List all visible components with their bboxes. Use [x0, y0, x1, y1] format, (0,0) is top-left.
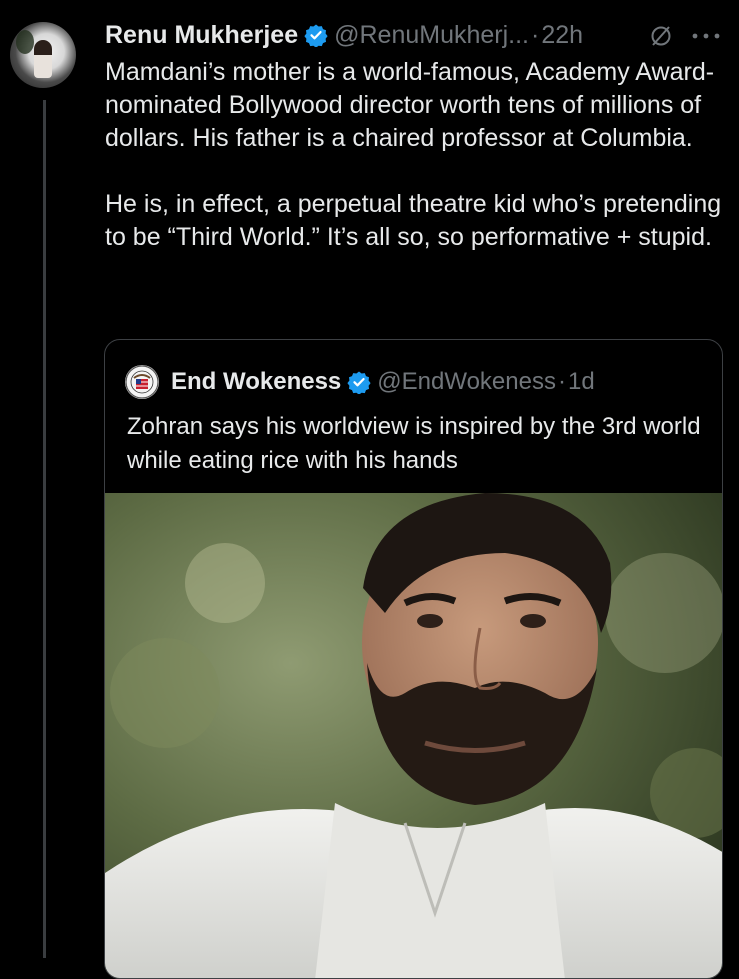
author-name[interactable]: Renu Mukherjee [105, 21, 298, 50]
author-handle[interactable]: @RenuMukherj... [334, 21, 529, 50]
quoted-separator-dot: · [557, 368, 566, 395]
grok-icon[interactable] [649, 24, 673, 48]
photo-man-portrait [105, 493, 722, 978]
verified-badge-icon [347, 371, 371, 394]
avatar-background-plant [16, 30, 34, 54]
tweet-header: Renu Mukherjee @RenuMukherj... · 22h [105, 18, 583, 52]
tweet-paragraph-1: Mamdani’s mother is a world-famous, Acad… [105, 58, 715, 152]
quoted-author-name[interactable]: End Wokeness [171, 368, 341, 396]
quoted-tweet-text: Zohran says his worldview is inspired by… [127, 413, 701, 474]
quoted-tweet-header: End Wokeness @EndWokeness · 1d [125, 365, 595, 399]
eagle-seal-icon [125, 365, 159, 399]
verified-badge-icon [304, 24, 328, 47]
tweet-timestamp[interactable]: 22h [541, 21, 583, 50]
quoted-tweet-card[interactable]: End Wokeness @EndWokeness · 1d Zohran sa… [104, 339, 723, 979]
author-avatar[interactable] [10, 22, 76, 88]
quoted-tweet-photo[interactable] [105, 493, 722, 978]
thread-line [43, 100, 46, 958]
quoted-author-avatar[interactable] [125, 365, 159, 399]
avatar-figure [34, 40, 52, 78]
tweet-paragraph-2: He is, in effect, a perpetual theatre ki… [105, 190, 722, 251]
tweet-text: Mamdani’s mother is a world-famous, Acad… [105, 56, 725, 254]
quoted-tweet-timestamp[interactable]: 1d [568, 368, 595, 396]
more-icon[interactable] [690, 28, 722, 44]
separator-dot: · [531, 20, 540, 49]
quoted-author-handle[interactable]: @EndWokeness [377, 368, 556, 396]
